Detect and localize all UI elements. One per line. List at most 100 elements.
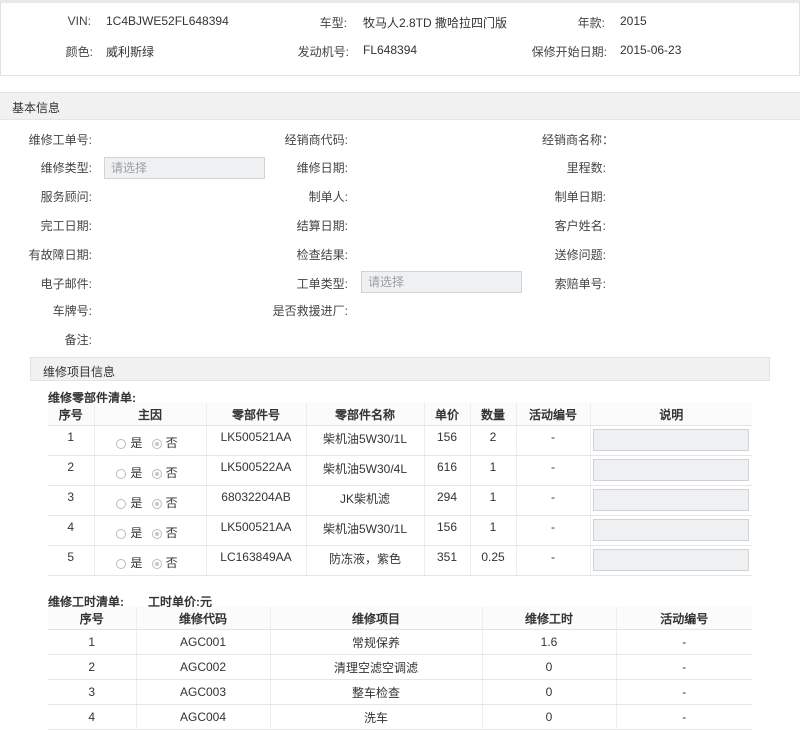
repair-order-no-label: 维修工单号: — [28, 133, 92, 147]
vin-label: VIN: — [67, 14, 91, 28]
create-date-label: 制单日期: — [554, 190, 606, 204]
part-price-cell: 351 — [423, 545, 470, 576]
part-name-cell: 柴机油5W30/1L — [305, 515, 424, 546]
creator-label: 制单人: — [308, 190, 348, 204]
dealer-name-label: 经销商名称： — [541, 133, 614, 147]
no-label: 否 — [165, 526, 178, 540]
labor-hours-cell: 1.6 — [481, 629, 616, 655]
part-name-cell: 柴机油5W30/4L — [305, 455, 424, 486]
repair-type-label: 维修类型: — [40, 161, 92, 175]
main-cause-yes-radio[interactable] — [116, 438, 127, 449]
part-number-cell: LK500522AA — [205, 455, 306, 486]
order-type-label: 工单类型: — [296, 277, 348, 291]
no-label: 否 — [165, 496, 178, 510]
part-activity-cell: - — [515, 425, 590, 456]
parts-col-no: 序号 — [48, 403, 94, 426]
main-cause-no-radio[interactable] — [151, 468, 162, 479]
email-label: 电子邮件: — [40, 277, 92, 291]
vehicle-info-panel: VIN: 1C4BJWE52FL648394 车型: 牧马人2.8TD 撒哈拉四… — [0, 0, 800, 76]
table-row: 4 AGC004 洗车 0 - — [48, 704, 752, 730]
part-activity-cell: - — [515, 515, 590, 546]
labor-code-cell: AGC002 — [135, 654, 270, 680]
parts-col-activity: 活动编号 — [515, 403, 590, 426]
part-number-cell: 68032204AB — [205, 485, 306, 516]
parts-col-qty: 数量 — [469, 403, 516, 426]
main-cause-yes-radio[interactable] — [116, 558, 127, 569]
part-note-input[interactable] — [593, 549, 750, 571]
labor-item-cell: 整车检查 — [269, 679, 482, 705]
main-cause-yes-radio[interactable] — [116, 528, 127, 539]
part-name-cell: 防冻液，紫色 — [305, 545, 424, 576]
part-qty-cell: 1 — [469, 515, 516, 546]
main-cause-yes-radio[interactable] — [116, 468, 127, 479]
parts-col-price: 单价 — [423, 403, 470, 426]
main-cause-no-radio[interactable] — [151, 528, 162, 539]
part-no-cell: 3 — [48, 485, 94, 516]
part-note-input[interactable] — [593, 519, 750, 541]
main-cause-cell: 是 否 — [93, 455, 206, 486]
basic-info-header: 基本信息 — [0, 92, 800, 120]
part-qty-cell: 1 — [469, 455, 516, 486]
labor-activity-cell: - — [615, 629, 752, 655]
part-price-cell: 156 — [423, 425, 470, 456]
labor-item-cell: 清理空滤空调滤 — [269, 654, 482, 680]
yes-label: 是 — [130, 526, 143, 540]
part-qty-cell: 2 — [469, 425, 516, 456]
labor-no-cell: 1 — [48, 629, 136, 655]
labor-hours-cell: 0 — [481, 679, 616, 705]
engine-label: 发动机号: — [297, 45, 349, 59]
table-row: 1 是 否 LK500521AA 柴机油5W30/1L 156 2 - — [48, 425, 752, 456]
labor-col-code: 维修代码 — [135, 607, 270, 630]
part-note-input[interactable] — [593, 459, 750, 481]
main-cause-cell: 是 否 — [93, 515, 206, 546]
vin-value: 1C4BJWE52FL648394 — [106, 14, 229, 28]
no-label: 否 — [165, 466, 178, 480]
service-advisor-label: 服务顾问: — [40, 190, 92, 204]
part-note-input[interactable] — [593, 489, 750, 511]
table-row: 5 是 否 LC163849AA 防冻液，紫色 351 0.25 - — [48, 545, 752, 576]
table-row: 2 AGC002 清理空滤空调滤 0 - — [48, 654, 752, 680]
main-cause-no-radio[interactable] — [151, 438, 162, 449]
parts-col-main-cause: 主因 — [93, 403, 206, 426]
part-activity-cell: - — [515, 455, 590, 486]
part-note-cell — [589, 545, 752, 576]
part-number-cell: LK500521AA — [205, 515, 306, 546]
labor-col-hours: 维修工时 — [481, 607, 616, 630]
yes-label: 是 — [130, 466, 143, 480]
color-label: 颜色: — [65, 45, 93, 59]
basic-info-title: 基本信息 — [12, 101, 61, 115]
year-value: 2015 — [620, 14, 647, 28]
parts-col-part-no: 零部件号 — [205, 403, 306, 426]
table-row: 1 AGC001 常规保养 1.6 - — [48, 629, 752, 655]
part-qty-cell: 1 — [469, 485, 516, 516]
yes-label: 是 — [130, 556, 143, 570]
finish-date-label: 完工日期: — [40, 219, 92, 233]
main-cause-no-radio[interactable] — [151, 558, 162, 569]
mileage-label: 里程数: — [566, 161, 606, 175]
year-label: 年款: — [577, 16, 605, 30]
main-cause-no-radio[interactable] — [151, 498, 162, 509]
part-note-cell — [589, 485, 752, 516]
table-row: 2 是 否 LK500522AA 柴机油5W30/4L 616 1 - — [48, 455, 752, 486]
claim-no-label: 索赔单号: — [554, 277, 606, 291]
parts-col-part-name: 零部件名称 — [305, 403, 424, 426]
yes-label: 是 — [130, 436, 143, 450]
part-price-cell: 156 — [423, 515, 470, 546]
main-cause-cell: 是 否 — [93, 545, 206, 576]
part-no-cell: 4 — [48, 515, 94, 546]
labor-item-cell: 洗车 — [269, 704, 482, 730]
repair-items-header: 维修项目信息 — [30, 357, 770, 381]
repair-date-label: 维修日期: — [296, 161, 348, 175]
labor-code-cell: AGC001 — [135, 629, 270, 655]
part-note-input[interactable] — [593, 429, 750, 451]
labor-col-no: 序号 — [48, 607, 136, 630]
main-cause-cell: 是 否 — [93, 485, 206, 516]
part-price-cell: 294 — [423, 485, 470, 516]
labor-no-cell: 2 — [48, 654, 136, 680]
dealer-code-label: 经销商代码: — [284, 133, 348, 147]
labor-hours-cell: 0 — [481, 654, 616, 680]
no-label: 否 — [165, 436, 178, 450]
plate-label: 车牌号: — [52, 304, 92, 318]
main-cause-yes-radio[interactable] — [116, 498, 127, 509]
labor-table: 序号 维修代码 维修项目 维修工时 活动编号 1 AGC001 常规保养 1.6… — [48, 607, 752, 730]
